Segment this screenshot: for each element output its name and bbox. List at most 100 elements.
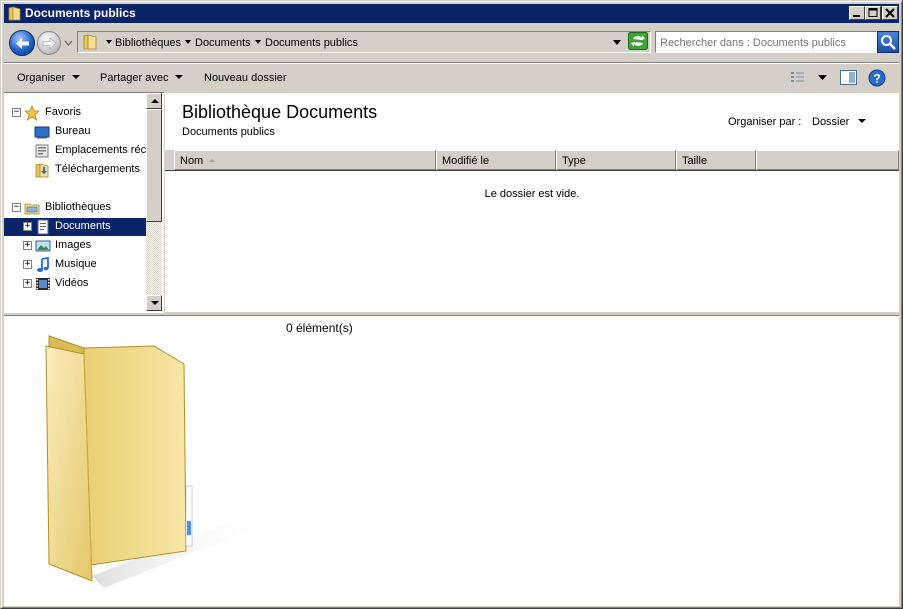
sort-ascending-icon	[209, 159, 216, 162]
tree-label: Favoris	[45, 106, 82, 118]
breadcrumb-separator-icon[interactable]	[106, 40, 112, 44]
search-box[interactable]	[655, 31, 877, 53]
organize-label: Organiser	[17, 72, 66, 84]
scroll-thumb[interactable]	[146, 109, 162, 222]
library-title: Bibliothèque Documents	[182, 102, 378, 122]
command-bar: Organiser Partager avec Nouveau dossier …	[4, 62, 899, 92]
arrow-left-icon	[16, 38, 29, 49]
chevron-down-icon	[175, 75, 184, 79]
back-button[interactable]	[9, 30, 35, 56]
preview-pane-icon[interactable]	[840, 70, 857, 85]
breadcrumb-documents-publics[interactable]: Documents publics	[265, 37, 358, 49]
breadcrumb-bibliotheques[interactable]: Bibliothèques	[115, 37, 181, 49]
column-headers: Nom Modifié le Type Taille	[165, 150, 899, 171]
window-title: Documents publics	[25, 6, 136, 20]
search-input[interactable]	[660, 35, 872, 50]
maximize-icon	[868, 8, 878, 17]
chevron-down-icon	[858, 119, 867, 123]
details-pane: 0 élément(s)	[4, 315, 899, 606]
tree-item-images[interactable]: + Images	[4, 237, 146, 255]
expand-icon[interactable]: +	[23, 222, 32, 231]
recent-pages-dropdown-icon[interactable]	[64, 39, 73, 47]
tree-item-bureau[interactable]: Bureau	[4, 123, 146, 141]
folder-icon	[83, 34, 97, 50]
item-count: 0 élément(s)	[286, 321, 353, 335]
collapse-icon[interactable]: −	[12, 108, 21, 117]
view-options-icon[interactable]	[790, 70, 806, 84]
images-library-icon	[35, 240, 51, 252]
nav-scrollbar[interactable]	[146, 93, 162, 311]
breadcrumb-separator-icon[interactable]	[255, 40, 261, 44]
svg-text:?: ?	[873, 72, 880, 86]
star-icon	[24, 105, 40, 121]
column-label: Nom	[180, 155, 204, 167]
breadcrumb-documents[interactable]: Documents	[195, 37, 251, 49]
explorer-window: Documents publics Bibliothèques Document…	[0, 0, 903, 609]
forward-button[interactable]	[37, 31, 61, 55]
close-button[interactable]	[882, 6, 898, 20]
title-bar[interactable]: Documents publics	[4, 4, 899, 23]
organize-menu[interactable]: Organiser	[17, 72, 81, 84]
new-folder-button[interactable]: Nouveau dossier	[204, 72, 287, 84]
expand-icon[interactable]: +	[23, 260, 32, 269]
chevron-up-icon	[151, 99, 159, 103]
minimize-icon	[853, 15, 860, 17]
arrow-right-icon	[42, 37, 57, 50]
view-dropdown-icon[interactable]	[818, 75, 827, 81]
column-header-filler	[756, 150, 899, 170]
tree-item-telechargements[interactable]: Téléchargements	[4, 161, 146, 179]
tree-item-musique[interactable]: + Musique	[4, 256, 146, 274]
tree-label: Vidéos	[55, 277, 89, 289]
tree-label: Images	[55, 239, 92, 251]
tree-item-bibliotheques[interactable]: − Bibliothèques	[4, 199, 146, 217]
search-button[interactable]	[877, 31, 899, 53]
expand-icon[interactable]: +	[23, 279, 32, 288]
column-header-type[interactable]: Type	[556, 150, 676, 170]
collapse-icon[interactable]: −	[12, 203, 21, 212]
scroll-down-button[interactable]	[146, 295, 162, 311]
refresh-icon[interactable]	[628, 32, 648, 50]
help-icon[interactable]: ?	[868, 69, 886, 87]
library-subtitle: Documents publics	[182, 126, 275, 138]
large-folder-icon	[45, 335, 274, 588]
share-label: Partager avec	[100, 72, 169, 84]
tree-item-videos[interactable]: + Vidéos	[4, 275, 146, 293]
downloads-folder-icon	[35, 163, 49, 178]
desktop-icon	[34, 126, 50, 139]
column-label: Taille	[682, 155, 708, 167]
chevron-down-icon	[72, 75, 81, 79]
music-library-icon	[37, 257, 49, 272]
tree-label: Bibliothèques	[45, 201, 112, 213]
address-bar[interactable]: Bibliothèques Documents Documents public…	[77, 31, 651, 53]
folder-icon	[8, 6, 21, 21]
recent-places-icon	[35, 144, 49, 158]
maximize-button[interactable]	[865, 6, 881, 20]
search-icon	[881, 35, 896, 50]
column-header-taille[interactable]: Taille	[676, 150, 756, 170]
tree-label: Téléchargements	[55, 163, 140, 175]
videos-library-icon	[36, 278, 50, 290]
documents-library-icon	[37, 219, 49, 235]
arrange-by-dropdown[interactable]: Dossier	[812, 116, 867, 128]
content-pane: Bibliothèque Documents Documents publics…	[165, 93, 899, 312]
breadcrumb-separator-icon[interactable]	[185, 40, 191, 44]
column-header-modifie[interactable]: Modifié le	[436, 150, 556, 170]
address-dropdown-icon[interactable]	[610, 34, 624, 50]
tree-label: Documents	[55, 220, 111, 232]
scroll-up-button[interactable]	[146, 93, 162, 109]
expand-icon[interactable]: +	[23, 241, 32, 250]
navigation-pane: − Favoris Bureau Emplacements récents	[4, 92, 164, 313]
tree-item-favoris[interactable]: − Favoris	[4, 104, 146, 122]
arrange-by-value: Dossier	[812, 116, 850, 128]
tree-item-documents[interactable]: + Documents	[4, 218, 146, 236]
share-menu[interactable]: Partager avec	[100, 72, 184, 84]
column-header-nom[interactable]: Nom	[174, 150, 436, 170]
libraries-icon	[24, 203, 40, 215]
tree-label: Bureau	[55, 125, 91, 137]
close-icon	[885, 8, 895, 18]
tree-item-emplacements-recents[interactable]: Emplacements récents	[4, 142, 146, 160]
minimize-button[interactable]	[849, 6, 865, 20]
column-label: Type	[562, 155, 586, 167]
empty-folder-message: Le dossier est vide.	[484, 188, 580, 200]
tree-label: Musique	[55, 258, 97, 270]
